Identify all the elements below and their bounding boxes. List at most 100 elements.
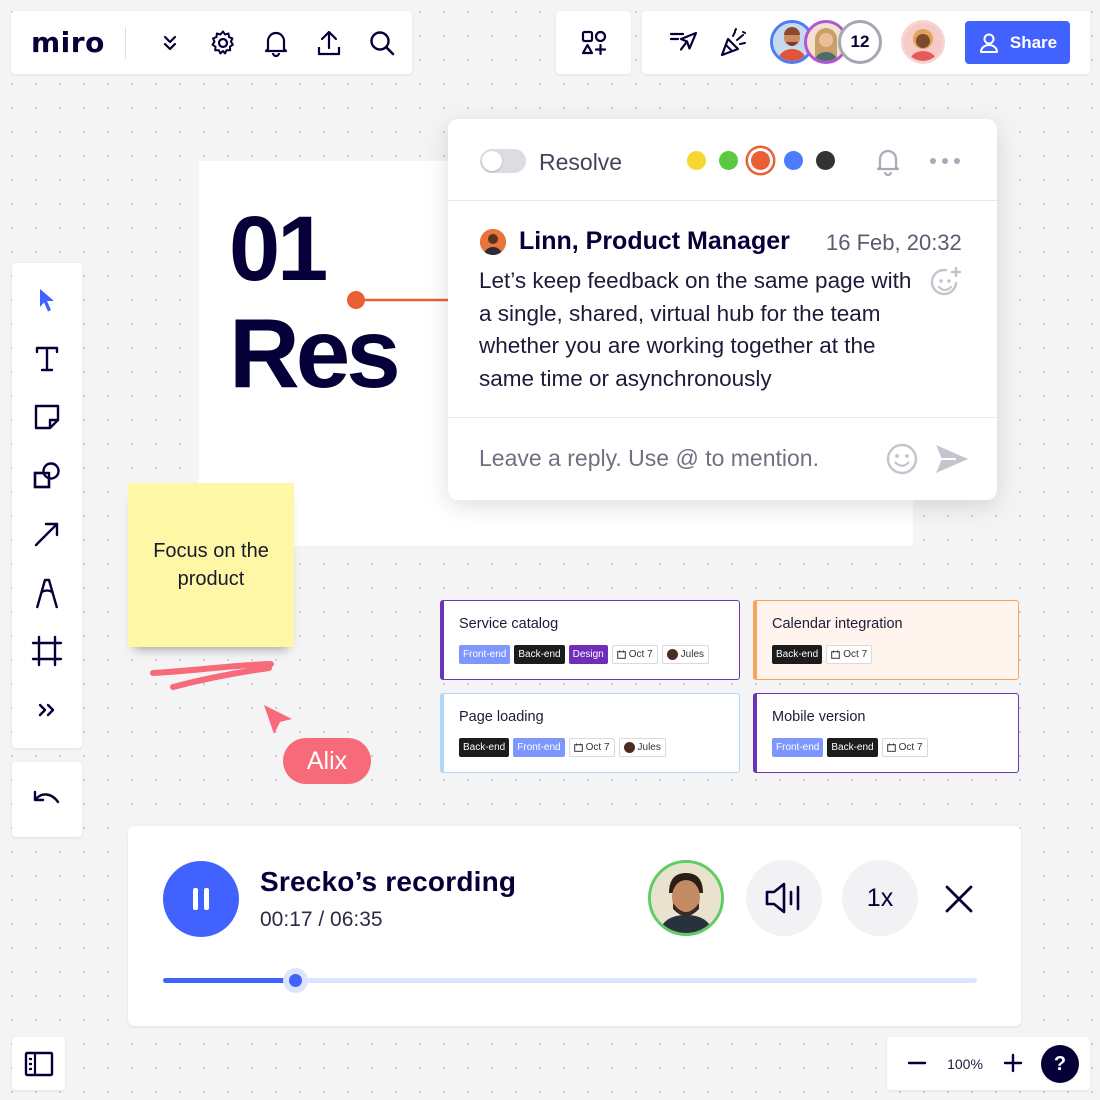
freehand-drawing[interactable] <box>145 655 280 695</box>
arrow-tool[interactable] <box>19 505 75 564</box>
bell-icon <box>263 29 289 57</box>
progress-track[interactable] <box>163 968 977 993</box>
more-tools-button[interactable] <box>19 681 75 740</box>
chevron-double-down-icon <box>162 34 178 52</box>
kanban-card[interactable]: Service catalog Front-end Back-end Design O… <box>440 600 740 680</box>
celebrate-button[interactable] <box>712 21 756 65</box>
zoom-controls: 100% ? <box>887 1037 1090 1090</box>
color-swatch-yellow[interactable] <box>687 151 706 170</box>
miro-logo[interactable]: miro <box>31 26 105 59</box>
speaker-icon <box>764 881 804 915</box>
frame-number: 01 <box>229 198 328 300</box>
follow-cursor-button[interactable] <box>662 21 706 65</box>
playback-speed-button[interactable]: 1x <box>842 860 918 936</box>
frontend-tag: Front-end <box>513 738 565 757</box>
zoom-in-button[interactable] <box>993 1043 1033 1083</box>
design-tag: Design <box>568 645 608 664</box>
collaboration-bar: 12 Share <box>642 11 1090 74</box>
user-icon <box>978 32 1000 54</box>
color-swatch-blue[interactable] <box>784 151 803 170</box>
resolve-toggle[interactable] <box>480 149 526 173</box>
comment-more-button[interactable] <box>924 143 966 179</box>
close-icon <box>943 883 975 915</box>
apps-button[interactable] <box>556 11 631 74</box>
resolve-label: Resolve <box>539 149 623 175</box>
share-button[interactable]: Share <box>965 21 1070 64</box>
pause-icon <box>190 886 212 912</box>
party-popper-icon <box>718 27 750 59</box>
comment-thread: Resolve Linn, Product Manager 16 Feb, 20… <box>448 119 997 500</box>
calendar-icon <box>616 650 626 659</box>
card-title: Calendar integration <box>772 616 903 632</box>
card-tags: Front-end Back-end Design Oct 7 Jules <box>459 645 710 664</box>
due-date-label: Oct 7 <box>585 742 610 753</box>
search-button[interactable] <box>356 21 409 65</box>
pen-tool[interactable] <box>19 564 75 623</box>
select-tool[interactable] <box>19 271 75 330</box>
calendar-icon <box>573 743 583 752</box>
frontend-tag: Front-end <box>772 738 824 757</box>
collaborators-overflow-count[interactable]: 12 <box>838 20 882 64</box>
shapes-tool[interactable] <box>19 447 75 506</box>
sticky-note-tool[interactable] <box>19 388 75 447</box>
comment-author-avatar <box>480 229 506 255</box>
pause-button[interactable] <box>163 861 239 937</box>
undo-icon <box>32 789 62 811</box>
due-date-label: Oct 7 <box>628 649 653 660</box>
notifications-button[interactable] <box>250 21 303 65</box>
add-reaction-button[interactable] <box>926 263 966 303</box>
add-emoji-icon <box>928 265 964 301</box>
kanban-card[interactable]: Mobile version Front-end Back-end Oct 7 <box>753 693 1019 773</box>
kanban-card[interactable]: Calendar integration Back-end Oct 7 <box>753 600 1019 680</box>
progress-handle[interactable] <box>283 968 309 993</box>
color-swatch-orange-selected[interactable] <box>751 151 770 170</box>
frame-icon <box>31 635 63 667</box>
close-player-button[interactable] <box>934 874 984 924</box>
upload-icon <box>316 29 342 57</box>
backend-tag: Back-end <box>772 645 823 664</box>
creation-toolbar <box>12 263 82 748</box>
settings-button[interactable] <box>197 21 250 65</box>
recording-player: Srecko’s recording 00:17 / 06:35 1x <box>128 826 1021 1026</box>
due-date-tag: Oct 7 <box>568 738 615 757</box>
comment-text: Let’s keep feedback on the same page wit… <box>479 268 912 391</box>
more-tools-icon <box>37 702 57 718</box>
color-swatch-green[interactable] <box>719 151 738 170</box>
color-swatch-black[interactable] <box>816 151 835 170</box>
undo-button[interactable] <box>12 762 82 837</box>
export-button[interactable] <box>303 21 356 65</box>
due-date-label: Oct 7 <box>898 742 923 753</box>
divider <box>124 26 126 59</box>
frontend-tag: Front-end <box>459 645 511 664</box>
reply-emoji-button[interactable] <box>884 441 920 477</box>
zoom-out-button[interactable] <box>897 1043 937 1083</box>
emoji-icon <box>885 442 919 476</box>
arrow-icon <box>32 519 62 549</box>
cursor-pointer-icon <box>669 29 699 57</box>
collaborator-cursor-icon <box>264 705 292 734</box>
send-reply-button[interactable] <box>932 441 972 477</box>
assignee-avatar <box>666 649 678 660</box>
comment-connector <box>347 291 452 309</box>
pen-icon <box>33 576 61 610</box>
bell-icon <box>874 146 902 176</box>
plus-icon <box>1003 1053 1023 1073</box>
text-tool[interactable] <box>19 330 75 389</box>
minus-icon <box>907 1053 927 1073</box>
current-user-avatar[interactable] <box>901 20 945 64</box>
due-date-tag: Oct 7 <box>611 645 658 664</box>
volume-button[interactable] <box>746 860 822 936</box>
board-sidebar-button[interactable] <box>12 1037 65 1090</box>
zoom-level[interactable]: 100% <box>937 1037 993 1090</box>
sidebar-panel-icon <box>24 1051 54 1077</box>
backend-tag: Back-end <box>827 738 878 757</box>
recording-title: Srecko’s recording <box>260 866 517 897</box>
reply-input[interactable] <box>479 441 859 475</box>
sticky-note[interactable]: Focus on the product <box>128 483 294 647</box>
help-button[interactable]: ? <box>1041 1045 1079 1083</box>
calendar-icon <box>831 650 841 659</box>
kanban-card[interactable]: Page loading Back-end Front-end Oct 7 Jules <box>440 693 740 773</box>
frame-tool[interactable] <box>19 622 75 681</box>
subscribe-button[interactable] <box>868 143 908 179</box>
board-menu-button[interactable] <box>144 21 197 65</box>
